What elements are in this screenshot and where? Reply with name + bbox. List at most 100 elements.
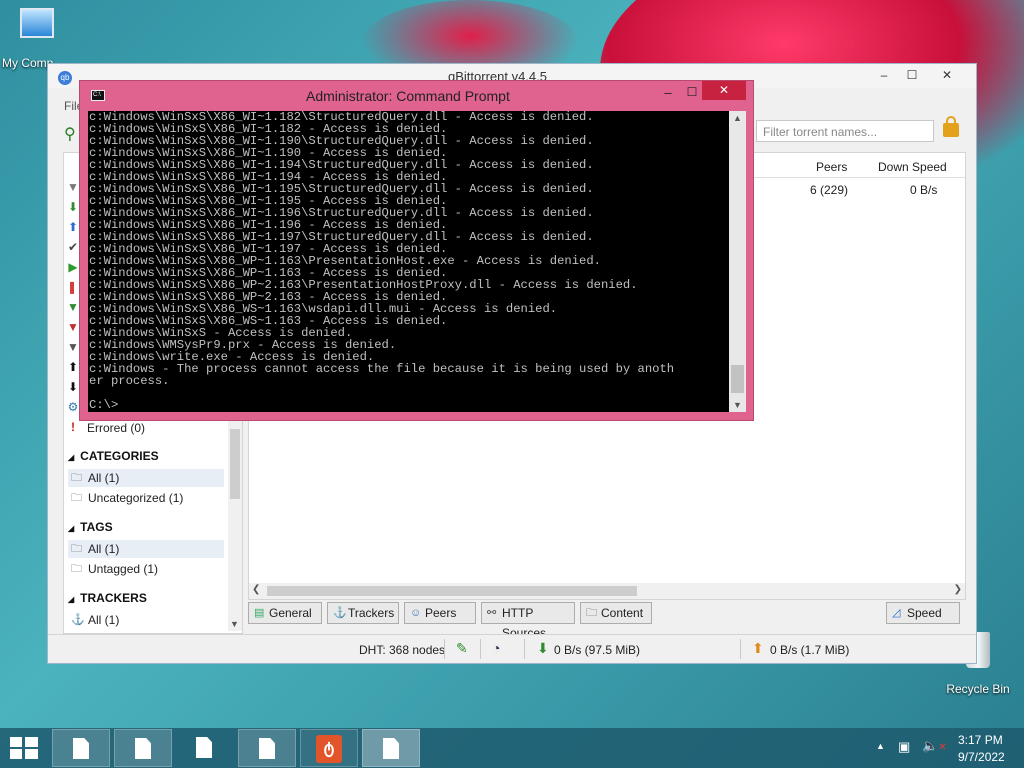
folder-icon: 🗀 <box>71 563 82 575</box>
trackers-title: TRACKERS <box>80 591 147 605</box>
qbittorrent-app-icon: qb <box>58 71 72 85</box>
taskbar-item-1[interactable] <box>52 729 110 767</box>
horizontal-scrollbar-thumb[interactable] <box>267 586 637 596</box>
cmd-scrollbar-thumb[interactable] <box>731 365 744 393</box>
dht-status: DHT: 368 nodes <box>359 643 446 657</box>
tag-label: All (1) <box>88 542 120 556</box>
inactive-filter-icon: ▼ <box>67 320 79 334</box>
tab-trackers[interactable]: ⚓ Trackers <box>327 602 399 624</box>
http-sources-icon: ⚯ <box>487 607 497 619</box>
cmd-titlebar[interactable]: C:\ Administrator: Command Prompt ‒ ☐ ✕ <box>80 81 753 109</box>
document-icon <box>383 738 399 759</box>
column-down-speed[interactable]: Down Speed <box>878 160 947 174</box>
check-icon: ✔ <box>67 240 79 254</box>
cmd-app-icon: C:\ <box>91 90 105 101</box>
lock-icon[interactable] <box>943 123 959 137</box>
status-filter-errored[interactable]: Errored (0) <box>87 421 145 435</box>
cmd-console[interactable]: c:Windows\WinSxS\X86_WI~1.182\Structured… <box>88 111 746 412</box>
categories-header[interactable]: ◢ CATEGORIES <box>68 449 159 463</box>
windows-logo-icon <box>10 737 38 759</box>
taskbar-item-4[interactable] <box>238 729 296 767</box>
category-uncategorized[interactable]: 🗀 Uncategorized (1) <box>68 489 224 507</box>
cmd-output[interactable]: c:Windows\WinSxS\X86_WI~1.182\Structured… <box>89 111 729 412</box>
category-label: Uncategorized (1) <box>88 491 184 505</box>
general-icon: ▤ <box>254 607 265 619</box>
tab-peers[interactable]: ☺ Peers <box>404 602 476 624</box>
clock-time[interactable]: 3:17 PM <box>958 733 1003 747</box>
scroll-left-icon[interactable]: ❮ <box>252 584 260 595</box>
filter-input[interactable]: Filter torrent names... <box>756 120 934 142</box>
horizontal-scrollbar[interactable]: ❮ ❯ <box>249 583 965 599</box>
download-status[interactable]: 0 B/s (97.5 MiB) <box>554 643 640 657</box>
categories-title: CATEGORIES <box>80 449 159 463</box>
connection-icon[interactable]: ✎ <box>456 640 468 657</box>
tags-header[interactable]: ◢ TAGS <box>68 520 113 534</box>
close-button[interactable]: ✕ <box>926 66 968 84</box>
tab-label: Trackers <box>348 606 395 620</box>
speed-limit-icon[interactable]: ◔ <box>492 640 500 656</box>
volume-muted-icon[interactable]: 🔈✕ <box>922 738 947 754</box>
cmd-output-line: c:Windows - The process cannot access th… <box>89 362 675 376</box>
command-prompt-window[interactable]: C:\ Administrator: Command Prompt ‒ ☐ ✕ … <box>79 80 754 421</box>
my-computer-desktop-icon[interactable]: My Comp <box>2 8 72 70</box>
tab-http-sources[interactable]: ⚯ HTTP Sources <box>481 602 575 640</box>
cmd-output-line: C:\> <box>89 398 119 412</box>
cmd-output-line: er process. <box>89 374 170 388</box>
minimize-button[interactable]: ‒ <box>870 66 898 84</box>
content-folder-icon: 🗀 <box>586 607 597 619</box>
tag-untagged[interactable]: 🗀 Untagged (1) <box>68 560 224 578</box>
scroll-down-icon[interactable]: ▼ <box>230 619 239 629</box>
tracker-all[interactable]: ⚓ All (1) <box>68 611 224 629</box>
row-peers: 6 (229) <box>810 183 849 197</box>
scroll-up-icon[interactable]: ▲ <box>733 113 742 123</box>
cmd-close-button[interactable]: ✕ <box>702 81 746 100</box>
tray-overflow-icon[interactable]: ▲ <box>876 741 885 751</box>
taskbar-item-6[interactable] <box>362 729 420 767</box>
collapse-triangle-icon: ◢ <box>68 453 75 462</box>
peers-icon: ☺ <box>410 607 422 619</box>
scroll-down-icon[interactable]: ▼ <box>733 400 742 410</box>
tab-general[interactable]: ▤ General <box>248 602 322 624</box>
cmd-maximize-button[interactable]: ☐ <box>680 85 704 103</box>
taskbar-item-5[interactable]: ტ <box>300 729 358 767</box>
stalled-filter-icon: ▼ <box>67 340 79 354</box>
start-button[interactable] <box>10 737 38 759</box>
taskbar-item-3[interactable] <box>176 729 234 767</box>
computer-icon <box>20 8 54 38</box>
category-label: All (1) <box>88 471 120 485</box>
speed-button[interactable]: ◿ Speed <box>886 602 960 624</box>
speed-graph-icon: ◿ <box>892 607 901 619</box>
trackers-header[interactable]: ◢ TRACKERS <box>68 591 147 605</box>
toolbar-add-link-icon[interactable]: ⚲ <box>64 124 76 144</box>
taskbar: ტ ▲ ▣ 🔈✕ 3:17 PM 9/7/2022 <box>0 728 1024 768</box>
error-icon: ! <box>71 420 75 434</box>
filter-icon: ▼ <box>67 180 79 194</box>
maximize-button[interactable]: ☐ <box>898 66 926 84</box>
cmd-minimize-button[interactable]: ‒ <box>655 85 681 103</box>
network-icon[interactable]: ▣ <box>898 739 910 755</box>
collapse-triangle-icon: ◢ <box>68 595 75 604</box>
scroll-right-icon[interactable]: ❯ <box>954 584 962 595</box>
cmd-scrollbar[interactable]: ▲ ▼ <box>729 111 746 412</box>
stalled-up-icon: ⬆ <box>67 360 79 374</box>
lock-shackle-icon <box>946 116 956 125</box>
upload-status[interactable]: 0 B/s (1.7 MiB) <box>770 643 849 657</box>
trackers-tab-icon: ⚓ <box>333 607 347 619</box>
clock-date[interactable]: 9/7/2022 <box>958 750 1005 764</box>
category-all[interactable]: 🗀 All (1) <box>68 469 224 487</box>
status-separator <box>524 639 525 659</box>
document-icon <box>196 737 212 758</box>
tag-all[interactable]: 🗀 All (1) <box>68 540 224 558</box>
filter-placeholder: Filter torrent names... <box>763 125 878 139</box>
row-down-speed: 0 B/s <box>910 183 938 197</box>
folder-icon: 🗀 <box>71 472 82 484</box>
sidebar-scrollbar-thumb[interactable] <box>230 429 240 499</box>
column-peers[interactable]: Peers <box>816 160 847 174</box>
taskbar-item-2[interactable] <box>114 729 172 767</box>
download-arrow-icon: ⬇ <box>67 200 79 214</box>
tab-label: Peers <box>425 606 457 620</box>
status-bar: DHT: 368 nodes ✎ ◔ ⬇ 0 B/s (97.5 MiB) ⬆ … <box>48 634 976 663</box>
upload-status-icon: ⬆ <box>752 640 764 656</box>
tab-content[interactable]: 🗀 Content <box>580 602 652 624</box>
status-separator <box>740 639 741 659</box>
